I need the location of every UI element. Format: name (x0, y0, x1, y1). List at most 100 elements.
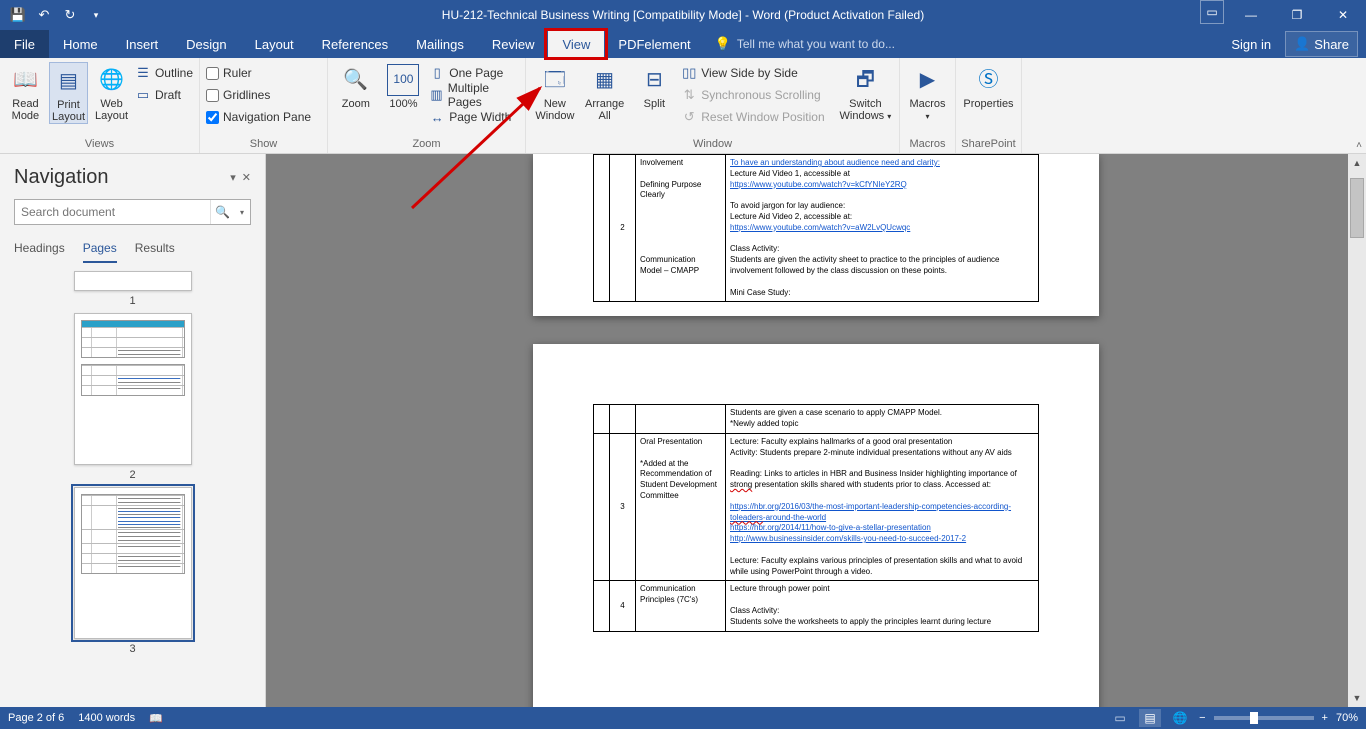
search-dropdown-icon[interactable]: ▾ (234, 200, 250, 224)
nav-tab-headings[interactable]: Headings (14, 237, 65, 263)
zoom-button[interactable]: 🔍 Zoom (334, 62, 378, 110)
tab-pdfelement[interactable]: PDFelement (604, 30, 704, 58)
doc-text: Lecture through power point (730, 584, 830, 593)
tab-mailings[interactable]: Mailings (402, 30, 478, 58)
search-input[interactable] (15, 205, 210, 219)
navigation-pane: Navigation ▾ ✕ 🔍 ▾ Headings Pages Result… (0, 154, 266, 707)
tab-view[interactable]: View (548, 30, 604, 58)
multiple-pages-button[interactable]: ▥Multiple Pages (429, 84, 519, 106)
quick-access-toolbar: 💾 ↶ ↻ ▾ (0, 5, 114, 25)
document-scroll[interactable]: 2 Involvement Defining Purpose Clearly C… (266, 154, 1366, 707)
tab-home[interactable]: Home (49, 30, 112, 58)
draft-button[interactable]: ▭Draft (135, 84, 193, 106)
gridlines-check-input[interactable] (206, 89, 219, 102)
ruler-checkbox[interactable]: Ruler (206, 62, 311, 84)
properties-button[interactable]: Ⓢ Properties (962, 62, 1015, 110)
arrange-all-icon: ▦ (589, 64, 621, 96)
doc-table-2: Students are given a case scenario to ap… (593, 404, 1039, 631)
tab-layout[interactable]: Layout (241, 30, 308, 58)
read-mode-button[interactable]: 📖 Read Mode (6, 62, 45, 122)
split-icon: ⊟ (638, 64, 670, 96)
scroll-thumb[interactable] (1350, 178, 1364, 238)
sync-scroll-label: Synchronous Scrolling (701, 88, 820, 102)
nav-tab-pages[interactable]: Pages (83, 237, 117, 263)
navpane-check-input[interactable] (206, 111, 219, 124)
navigation-pane-checkbox[interactable]: Navigation Pane (206, 106, 311, 128)
page-width-button[interactable]: ↔Page Width (429, 106, 519, 128)
nav-close-icon[interactable]: ✕ (242, 171, 251, 184)
group-sharepoint: Ⓢ Properties SharePoint (956, 58, 1022, 153)
doc-text: *Newly added topic (730, 419, 798, 428)
save-icon[interactable]: 💾 (8, 5, 28, 25)
search-icon[interactable]: 🔍 (210, 200, 234, 224)
zoom-percent[interactable]: 70% (1336, 712, 1358, 724)
thumbnail-page-3[interactable]: 3 (74, 487, 192, 655)
macros-button[interactable]: ▶ Macros▾ (906, 62, 949, 122)
topic-added-note: *Added at the Recommendation of Student … (640, 459, 717, 500)
doc-text: Reading: Links to articles in HBR and Bu… (730, 469, 1017, 478)
undo-icon[interactable]: ↶ (34, 5, 54, 25)
ruler-check-input[interactable] (206, 67, 219, 80)
gridlines-checkbox[interactable]: Gridlines (206, 84, 311, 106)
tab-design[interactable]: Design (172, 30, 240, 58)
sign-in-link[interactable]: Sign in (1221, 37, 1281, 52)
properties-label: Properties (963, 98, 1013, 110)
status-read-mode-icon[interactable]: ▭ (1109, 709, 1131, 727)
print-layout-button[interactable]: ▤ Print Layout (49, 62, 88, 124)
new-window-icon: 🗔 (539, 64, 571, 96)
group-window: 🗔 New Window ▦ Arrange All ⊟ Split ▯▯Vie… (526, 58, 900, 153)
gridlines-label: Gridlines (223, 88, 270, 102)
maximize-button[interactable]: ❐ (1274, 0, 1320, 30)
new-window-button[interactable]: 🗔 New Window (532, 62, 578, 122)
tab-insert[interactable]: Insert (112, 30, 173, 58)
doc-link-bi[interactable]: http://www.businessinsider.com/skills-yo… (730, 534, 966, 543)
arrange-all-button[interactable]: ▦ Arrange All (582, 62, 628, 122)
status-word-count[interactable]: 1400 words (78, 712, 135, 724)
outline-label: Outline (155, 66, 193, 80)
thumbnail-page-2[interactable]: 2 (74, 313, 192, 481)
navigation-search[interactable]: 🔍 ▾ (14, 199, 251, 225)
doc-link-yt2[interactable]: https://www.youtube.com/watch?v=aW2LvQUc… (730, 223, 910, 232)
status-spell-check-icon[interactable]: 📖 (149, 712, 163, 725)
sync-scroll-icon: ⇅ (681, 87, 697, 103)
doc-link-hbr2[interactable]: https://hbr.org/2014/11/how-to-give-a-st… (730, 523, 931, 532)
thumbnail-page-1[interactable]: 1 (74, 271, 192, 307)
minimize-button[interactable]: — (1228, 0, 1274, 30)
outline-button[interactable]: ☰Outline (135, 62, 193, 84)
doc-link-hbr1[interactable]: https://hbr.org/2016/03/the-most-importa… (730, 502, 1011, 522)
file-tab[interactable]: File (0, 30, 49, 58)
zoom-in-button[interactable]: + (1322, 712, 1328, 724)
status-page[interactable]: Page 2 of 6 (8, 712, 64, 724)
navpane-label: Navigation Pane (223, 110, 311, 124)
week-number: 2 (610, 155, 636, 302)
ribbon-display-options-icon[interactable]: ▭ (1200, 0, 1224, 24)
view-side-by-side-button[interactable]: ▯▯View Side by Side (681, 62, 833, 84)
zoom-100-button[interactable]: 100 100% (382, 62, 426, 110)
redo-icon[interactable]: ↻ (60, 5, 80, 25)
doc-link-intro[interactable]: To have an understanding about audience … (730, 158, 940, 167)
scroll-up-icon[interactable]: ▲ (1348, 154, 1366, 172)
one-page-icon: ▯ (429, 65, 445, 81)
share-label: Share (1314, 37, 1349, 52)
collapse-ribbon-icon[interactable]: ˄ (1356, 140, 1362, 151)
switch-windows-button[interactable]: 🗗 Switch Windows ▾ (838, 62, 893, 122)
status-web-layout-icon[interactable]: 🌐 (1169, 709, 1191, 727)
zoom-out-button[interactable]: − (1199, 712, 1205, 724)
zoom-slider-knob[interactable] (1250, 712, 1258, 724)
tab-review[interactable]: Review (478, 30, 549, 58)
zoom-slider[interactable] (1214, 716, 1314, 720)
doc-text: Lecture Aid Video 1, accessible at (730, 169, 850, 178)
nav-tab-results[interactable]: Results (135, 237, 175, 263)
vertical-scrollbar[interactable]: ▲ ▼ (1348, 154, 1366, 707)
doc-link-yt1[interactable]: https://www.youtube.com/watch?v=kCfYNIeY… (730, 180, 907, 189)
tell-me-search[interactable]: 💡 Tell me what you want to do... (715, 30, 895, 58)
qat-customize-icon[interactable]: ▾ (86, 5, 106, 25)
tab-references[interactable]: References (308, 30, 402, 58)
split-button[interactable]: ⊟ Split (632, 62, 678, 110)
nav-dropdown-icon[interactable]: ▾ (230, 171, 236, 184)
share-button[interactable]: 👤 Share (1285, 31, 1358, 57)
status-print-layout-icon[interactable]: ▤ (1139, 709, 1161, 727)
scroll-down-icon[interactable]: ▼ (1348, 689, 1366, 707)
web-layout-button[interactable]: 🌐 Web Layout (92, 62, 131, 122)
close-button[interactable]: ✕ (1320, 0, 1366, 30)
